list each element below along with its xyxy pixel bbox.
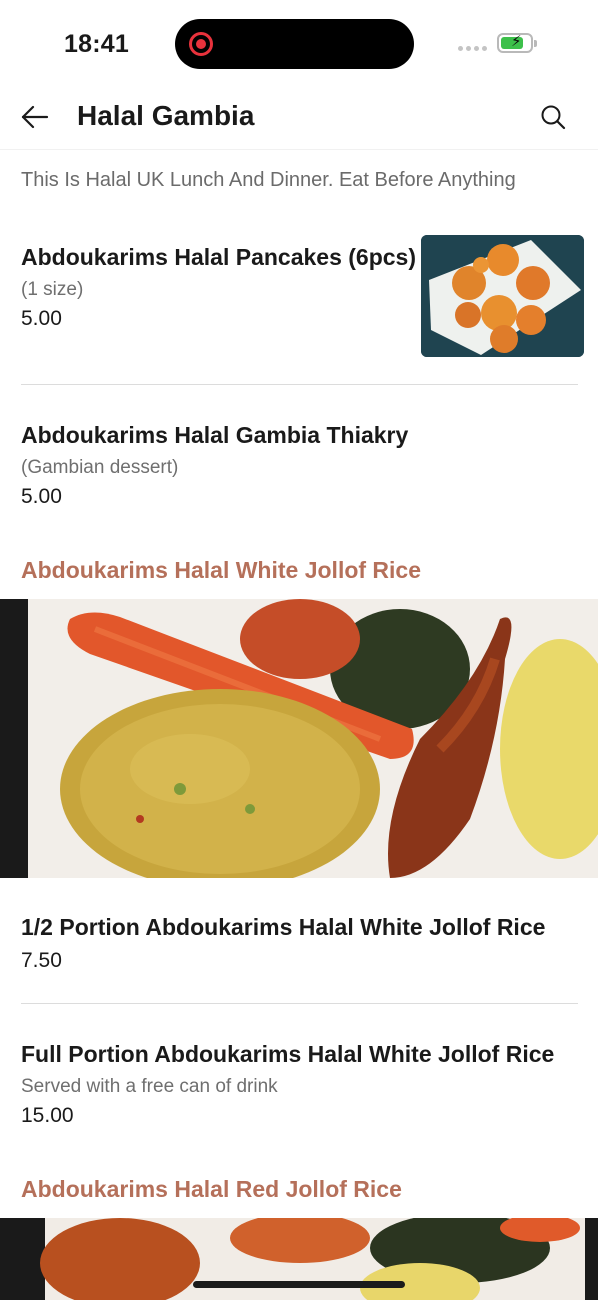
menu-item-description: (1 size) [21,279,84,300]
menu-item-price: 7.50 [21,949,62,972]
arrow-left-icon [21,105,49,129]
cellular-signal-icon [458,46,487,51]
section-title: Abdoukarims Halal White Jollof Rice [21,557,422,583]
menu-item[interactable]: Full Portion Abdoukarims Halal White Jol… [21,1041,554,1128]
menu-item[interactable]: 1/2 Portion Abdoukarims Halal White Joll… [21,914,545,973]
status-bar: 18:41 ⚡ [0,0,598,88]
status-time: 18:41 [64,30,129,58]
battery-icon: ⚡ [497,33,537,53]
search-icon [541,105,566,130]
back-button[interactable] [18,102,52,132]
menu-intro-text: This Is Halal UK Lunch And Dinner. Eat B… [21,169,516,191]
menu-item-name: Abdoukarims Halal Gambia Thiakry [21,422,409,448]
home-indicator[interactable] [193,1281,405,1288]
menu-item[interactable]: Abdoukarims Halal Gambia Thiakry (Gambia… [21,422,408,509]
menu-item-name: Full Portion Abdoukarims Halal White Jol… [21,1041,555,1067]
app-header: Halal Gambia [0,88,598,150]
page-title: Halal Gambia [77,100,255,131]
white-jollof-rice-photo [0,599,598,878]
menu-item-description: Served with a free can of drink [21,1076,278,1097]
menu-item-name: Abdoukarims Halal Pancakes (6pcs) [21,244,416,270]
screen-record-icon [189,32,213,56]
menu-item-name: 1/2 Portion Abdoukarims Halal White Joll… [21,914,546,940]
menu-item-price: 5.00 [21,307,62,330]
menu-item-price: 5.00 [21,485,62,508]
menu-item[interactable]: Abdoukarims Halal Pancakes (6pcs) (1 siz… [21,244,416,331]
divider [21,1003,578,1004]
pancakes-photo[interactable] [421,235,584,357]
menu-item-price: 15.00 [21,1104,74,1127]
divider [21,384,578,385]
dynamic-island [175,19,414,69]
search-button[interactable] [538,102,568,132]
menu-item-description: (Gambian dessert) [21,457,179,478]
section-title: Abdoukarims Halal Red Jollof Rice [21,1176,402,1202]
